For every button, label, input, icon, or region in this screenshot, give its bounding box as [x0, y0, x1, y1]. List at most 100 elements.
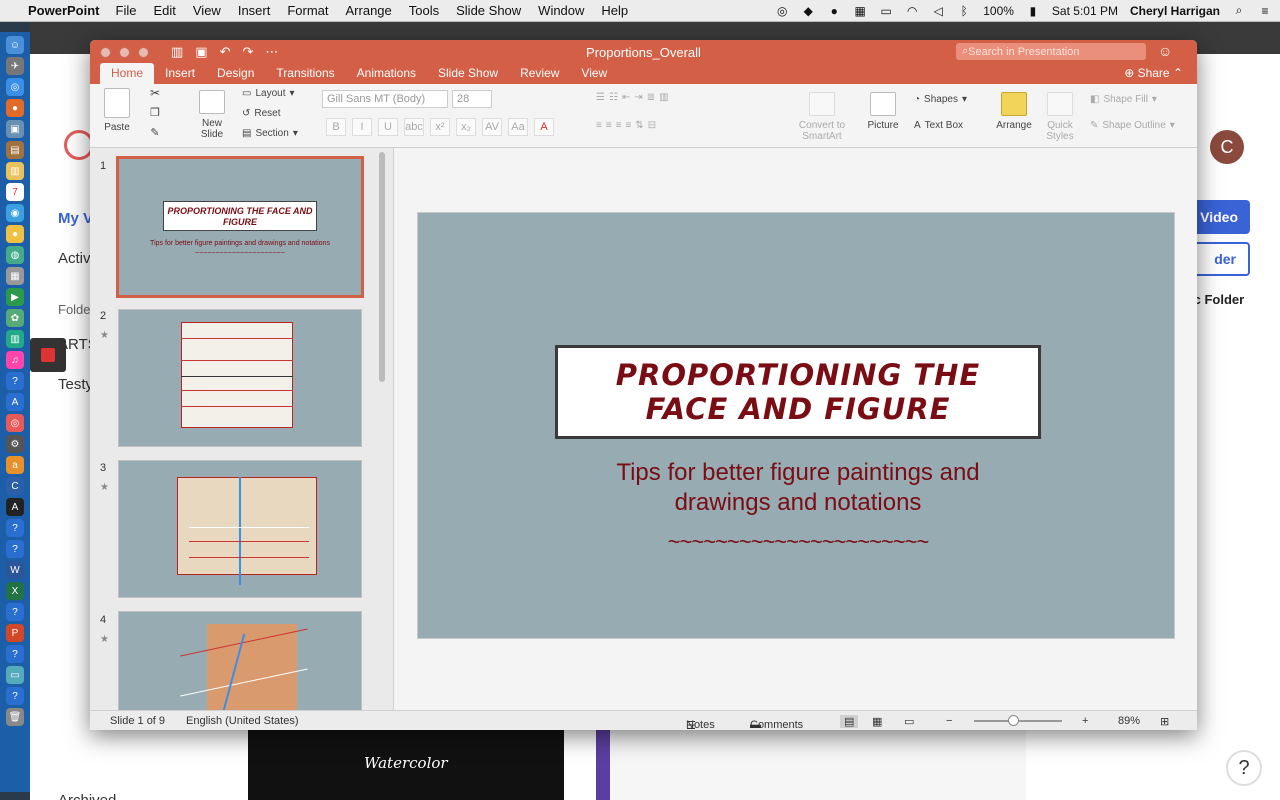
photos-icon[interactable]: ✿: [6, 309, 24, 327]
zoom-level[interactable]: 89%: [1118, 715, 1140, 727]
acrobat-icon[interactable]: A: [6, 498, 24, 516]
superscript-button[interactable]: x²: [430, 118, 450, 136]
unknown-app-icon[interactable]: ?: [6, 372, 24, 390]
fit-to-window-icon[interactable]: ⊞: [1160, 715, 1169, 728]
menu-edit[interactable]: Edit: [153, 3, 175, 18]
convert-smartart-button[interactable]: Convert to SmartArt: [790, 92, 854, 142]
creative-cloud-icon[interactable]: ◎: [775, 4, 789, 18]
messages-icon[interactable]: ◉: [6, 204, 24, 222]
decrease-indent-icon[interactable]: ⇤: [622, 92, 630, 103]
save-icon[interactable]: ▣: [195, 44, 207, 60]
new-slide-button[interactable]: New Slide: [194, 90, 230, 140]
finder-icon[interactable]: ☺: [6, 36, 24, 54]
word-icon[interactable]: W: [6, 561, 24, 579]
slide-sorter-button[interactable]: ▦: [872, 715, 882, 728]
strikethrough-button[interactable]: abc: [404, 118, 424, 136]
menu-app-name[interactable]: PowerPoint: [28, 3, 100, 18]
slide-thumbnail-1[interactable]: PROPORTIONING THE FACE AND FIGURE Tips f…: [116, 156, 364, 298]
record-stop-button[interactable]: [30, 338, 66, 372]
user-name[interactable]: Cheryl Harrigan: [1130, 4, 1220, 18]
search-presentation-input[interactable]: ⌕ Search in Presentation: [956, 43, 1146, 60]
section-button[interactable]: ▤ Section ▾: [242, 128, 298, 139]
menu-view[interactable]: View: [193, 3, 221, 18]
shapes-button[interactable]: ◔ Shapes ▾: [914, 94, 967, 105]
paste-button[interactable]: Paste: [102, 88, 132, 133]
collapse-ribbon-icon[interactable]: ⌃: [1170, 66, 1183, 80]
subscript-button[interactable]: x₂: [456, 118, 476, 136]
recorder-icon[interactable]: ◎: [6, 414, 24, 432]
menu-window[interactable]: Window: [538, 3, 584, 18]
redo-icon[interactable]: ↷: [243, 44, 254, 60]
layout-button[interactable]: ▭ Layout ▾: [242, 88, 295, 99]
amazon-icon[interactable]: a: [6, 456, 24, 474]
excel-icon[interactable]: X: [6, 582, 24, 600]
tab-transitions[interactable]: Transitions: [265, 63, 345, 84]
slide-thumbnail-2[interactable]: [118, 309, 362, 447]
font-size-select[interactable]: 28: [452, 90, 492, 108]
reading-view-button[interactable]: ▭: [904, 715, 914, 728]
folder-testy[interactable]: Testy: [58, 376, 93, 393]
calendar-icon[interactable]: 7: [6, 183, 24, 201]
align-left-icon[interactable]: ≡: [596, 120, 602, 131]
align-right-icon[interactable]: ≡: [616, 120, 622, 131]
unknown-app-icon-6[interactable]: ?: [6, 687, 24, 705]
change-case-button[interactable]: Aa: [508, 118, 528, 136]
character-spacing-button[interactable]: AV: [482, 118, 502, 136]
align-text-icon[interactable]: ⊟: [648, 120, 656, 131]
app-store-icon[interactable]: A: [6, 393, 24, 411]
close-window-button[interactable]: [100, 46, 111, 58]
bullets-icon[interactable]: ☰: [596, 92, 605, 103]
menu-insert[interactable]: Insert: [238, 3, 271, 18]
stickies-icon[interactable]: ▥: [6, 162, 24, 180]
citrix-icon[interactable]: C: [6, 477, 24, 495]
user-avatar[interactable]: C: [1210, 130, 1244, 164]
zoom-out-button[interactable]: −: [946, 715, 952, 727]
tab-animations[interactable]: Animations: [346, 63, 427, 84]
font-color-button[interactable]: A: [534, 118, 554, 136]
picture-button[interactable]: Picture: [864, 92, 902, 131]
unknown-app-icon-5[interactable]: ?: [6, 645, 24, 663]
sync-icon[interactable]: ●: [827, 4, 841, 18]
normal-view-button[interactable]: ▤: [840, 715, 859, 728]
video-thumbnail-email[interactable]: [596, 728, 1026, 800]
notification-center-icon[interactable]: ≡: [1258, 4, 1272, 18]
clock[interactable]: Sat 5:01 PM: [1052, 4, 1118, 18]
customize-toolbar-icon[interactable]: ⋯: [265, 44, 278, 60]
notes-icon[interactable]: ▤: [6, 141, 24, 159]
launchpad-icon[interactable]: ✈: [6, 57, 24, 75]
line-spacing-icon[interactable]: ≣: [647, 92, 655, 103]
tab-slide-show[interactable]: Slide Show: [427, 63, 509, 84]
menu-help[interactable]: Help: [601, 3, 628, 18]
public-folder-label[interactable]: ic Folder: [1190, 292, 1244, 307]
language-indicator[interactable]: English (United States): [186, 715, 299, 727]
tab-home[interactable]: Home: [100, 63, 155, 84]
menu-arrange[interactable]: Arrange: [346, 3, 392, 18]
itunes-icon[interactable]: ♫: [6, 351, 24, 369]
panel-scrollbar[interactable]: [379, 152, 385, 382]
spotlight-search-icon[interactable]: ⌕: [1232, 3, 1246, 18]
align-center-icon[interactable]: ≡: [606, 120, 612, 131]
shape-fill-button[interactable]: ◧ Shape Fill ▾: [1090, 94, 1157, 105]
powerpoint-icon[interactable]: P: [6, 624, 24, 642]
share-button[interactable]: ⊕ Share ⌃: [1124, 66, 1183, 80]
volume-icon[interactable]: ◁: [931, 4, 945, 18]
textbox-button[interactable]: A Text Box: [914, 120, 963, 131]
slide-thumbnail-4[interactable]: [118, 611, 362, 710]
preview-icon[interactable]: ▣: [6, 120, 24, 138]
grid-icon[interactable]: ▦: [853, 4, 867, 18]
numbering-icon[interactable]: ☷: [609, 92, 618, 103]
battery-icon[interactable]: ▮: [1026, 4, 1040, 18]
tab-insert[interactable]: Insert: [154, 63, 206, 84]
shape-outline-button[interactable]: ✎ Shape Outline ▾: [1090, 120, 1175, 131]
copy-icon[interactable]: ❐: [148, 106, 162, 119]
cut-icon[interactable]: ✂: [148, 86, 162, 100]
arrange-button[interactable]: Arrange: [994, 92, 1034, 131]
unknown-app-icon-2[interactable]: ?: [6, 519, 24, 537]
sidebar-toggle-icon[interactable]: ▥: [171, 44, 183, 60]
underline-button[interactable]: U: [378, 118, 398, 136]
zoom-window-button[interactable]: [138, 46, 149, 58]
unknown-app-icon-4[interactable]: ?: [6, 603, 24, 621]
numbers-icon[interactable]: ▥: [6, 330, 24, 348]
justify-icon[interactable]: ≡: [626, 120, 632, 131]
safari-icon[interactable]: ◎: [6, 78, 24, 96]
